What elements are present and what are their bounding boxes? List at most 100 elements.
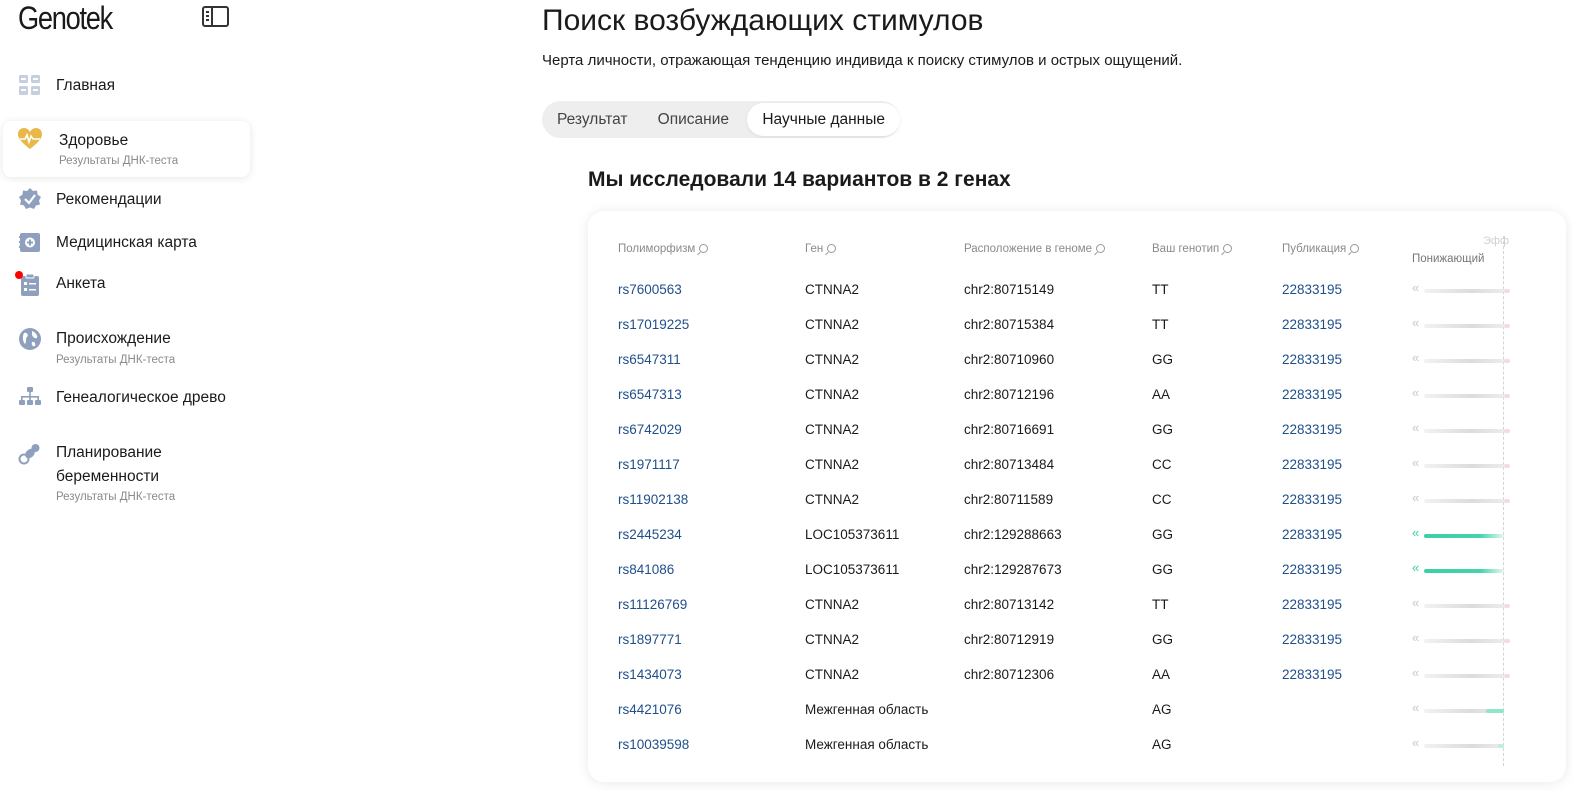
- effect-increasing-tip: [1504, 464, 1510, 468]
- sidebar-item-label: Рекомендации: [56, 191, 162, 208]
- sidebar-item-label: Главная: [56, 77, 115, 94]
- sidebar-item-label: Генеалогическое древо: [56, 389, 226, 406]
- publication-link[interactable]: 22833195: [1282, 490, 1342, 510]
- page-description: Черта личности, отражающая тенденцию инд…: [542, 52, 1183, 69]
- snp-link[interactable]: rs4421076: [618, 700, 682, 720]
- publication-link[interactable]: 22833195: [1282, 560, 1342, 580]
- effect-track: [1424, 499, 1504, 503]
- snp-link[interactable]: rs11902138: [618, 490, 688, 510]
- variants-table: Полиморфизм Ген Расположение в геноме Ва…: [588, 211, 1566, 782]
- publication-link[interactable]: 22833195: [1282, 665, 1342, 685]
- publication-link[interactable]: 22833195: [1282, 385, 1342, 405]
- double-chevron-left-icon: «: [1412, 630, 1420, 645]
- search-icon[interactable]: [1223, 244, 1233, 253]
- header-genotype[interactable]: Ваш генотип: [1152, 243, 1233, 255]
- effect-bar: «: [1412, 525, 1512, 543]
- effect-increasing-tip: [1504, 499, 1510, 503]
- effect-bar: «: [1412, 595, 1512, 613]
- publication-link[interactable]: 22833195: [1282, 350, 1342, 370]
- table-row: rs7600563 CTNNA2 chr2:80715149 TT 22833195 «: [588, 280, 1566, 315]
- sidebar-item-recommendations[interactable]: Рекомендации: [0, 186, 250, 214]
- gene-cell: Межгенная область: [805, 702, 929, 717]
- gene-cell: CTNNA2: [805, 632, 860, 647]
- snp-link[interactable]: rs1971117: [618, 455, 680, 475]
- double-chevron-left-icon: «: [1412, 280, 1420, 295]
- publication-link[interactable]: 22833195: [1282, 280, 1342, 300]
- gene-cell: LOC105373611: [805, 527, 900, 542]
- search-icon[interactable]: [1096, 244, 1106, 253]
- location-cell: chr2:129288663: [964, 527, 1062, 542]
- snp-link[interactable]: rs2445234: [618, 525, 682, 545]
- sidebar: Genotek Главная Здоровье Результаты ДНК-…: [0, 0, 262, 791]
- snp-link[interactable]: rs6742029: [618, 420, 682, 440]
- badge-check-icon: [19, 188, 41, 209]
- effect-bar: «: [1412, 700, 1512, 718]
- header-location[interactable]: Расположение в геноме: [964, 243, 1106, 255]
- tab-description[interactable]: Описание: [658, 103, 748, 136]
- sidebar-item-health[interactable]: Здоровье Результаты ДНК-теста: [3, 121, 250, 177]
- snp-link[interactable]: rs1434073: [618, 665, 682, 685]
- sidebar-item-label: Медицинская карта: [56, 234, 197, 251]
- genotype-cell: CC: [1152, 492, 1172, 507]
- genotype-cell: GG: [1152, 527, 1174, 542]
- sidebar-item-family-tree[interactable]: Генеалогическое древо: [0, 385, 250, 413]
- effect-increasing-tip: [1504, 394, 1510, 398]
- sidebar-item-home[interactable]: Главная: [0, 72, 250, 100]
- location-cell: chr2:80715149: [964, 282, 1055, 297]
- table-row: rs841086 LOC105373611 chr2:129287673 GG 2283…: [588, 560, 1566, 595]
- effect-bar: «: [1412, 490, 1512, 508]
- sidebar-item-origin[interactable]: Происхождение Результаты ДНК-теста: [0, 325, 250, 371]
- globe-icon: [19, 328, 41, 350]
- search-icon[interactable]: [827, 244, 837, 253]
- location-cell: chr2:80715384: [964, 317, 1055, 332]
- location-cell: chr2:80716691: [964, 422, 1055, 437]
- sidebar-item-questionnaire[interactable]: Анкета: [0, 271, 250, 299]
- double-chevron-left-icon: «: [1412, 455, 1420, 470]
- location-cell: chr2:80713142: [964, 597, 1055, 612]
- snp-link[interactable]: rs6547313: [618, 385, 682, 405]
- notification-dot: [15, 271, 23, 279]
- genotype-cell: AG: [1152, 737, 1172, 752]
- snp-link[interactable]: rs17019225: [618, 315, 689, 335]
- genotype-cell: TT: [1152, 317, 1169, 332]
- genotype-cell: AG: [1152, 702, 1172, 717]
- snp-link[interactable]: rs841086: [618, 560, 674, 580]
- snp-link[interactable]: rs7600563: [618, 280, 682, 300]
- sidebar-item-medical-card[interactable]: Медицинская карта: [0, 229, 250, 257]
- header-polymorphism[interactable]: Полиморфизм: [618, 243, 709, 255]
- search-icon[interactable]: [1350, 244, 1360, 253]
- publication-link[interactable]: 22833195: [1282, 420, 1342, 440]
- snp-link[interactable]: rs6547311: [618, 350, 681, 370]
- gene-cell: CTNNA2: [805, 597, 860, 612]
- publication-link[interactable]: 22833195: [1282, 525, 1342, 545]
- effect-increasing-tip: [1504, 604, 1510, 608]
- publication-link[interactable]: 22833195: [1282, 595, 1342, 615]
- snp-link[interactable]: rs11126769: [618, 595, 687, 615]
- gene-cell: CTNNA2: [805, 282, 860, 297]
- location-cell: chr2:80713484: [964, 457, 1055, 472]
- location-cell: chr2:80712196: [964, 387, 1055, 402]
- snp-link[interactable]: rs1897771: [618, 630, 682, 650]
- genotek-logo[interactable]: Genotek: [18, 0, 113, 37]
- tab-result[interactable]: Результат: [557, 103, 658, 136]
- tab-scientific-data[interactable]: Научные данные: [747, 103, 900, 136]
- genotype-cell: TT: [1152, 282, 1169, 297]
- snp-link[interactable]: rs10039598: [618, 735, 689, 755]
- sidebar-collapse-icon[interactable]: [202, 6, 229, 27]
- double-chevron-left-icon: «: [1412, 595, 1420, 610]
- publication-link[interactable]: 22833195: [1282, 455, 1342, 475]
- effect-increasing-tip: [1504, 324, 1510, 328]
- sidebar-item-pregnancy-planning[interactable]: Планирование беременности Результаты ДНК…: [0, 440, 250, 510]
- genotype-cell: AA: [1152, 387, 1171, 402]
- publication-link[interactable]: 22833195: [1282, 630, 1342, 650]
- gene-cell: CTNNA2: [805, 457, 860, 472]
- header-publication[interactable]: Публикация: [1282, 243, 1360, 255]
- search-icon[interactable]: [699, 244, 709, 253]
- table-row: rs1971117 CTNNA2 chr2:80713484 CC 22833195 «: [588, 455, 1566, 490]
- table-row: rs10039598 Межгенная область AG «: [588, 735, 1566, 770]
- publication-link[interactable]: 22833195: [1282, 315, 1342, 335]
- header-gene[interactable]: Ген: [805, 243, 837, 255]
- effect-bar: «: [1412, 560, 1512, 578]
- table-row: rs2445234 LOC105373611 chr2:129288663 GG 228…: [588, 525, 1566, 560]
- table-row: rs11126769 CTNNA2 chr2:80713142 TT 22833195 «: [588, 595, 1566, 630]
